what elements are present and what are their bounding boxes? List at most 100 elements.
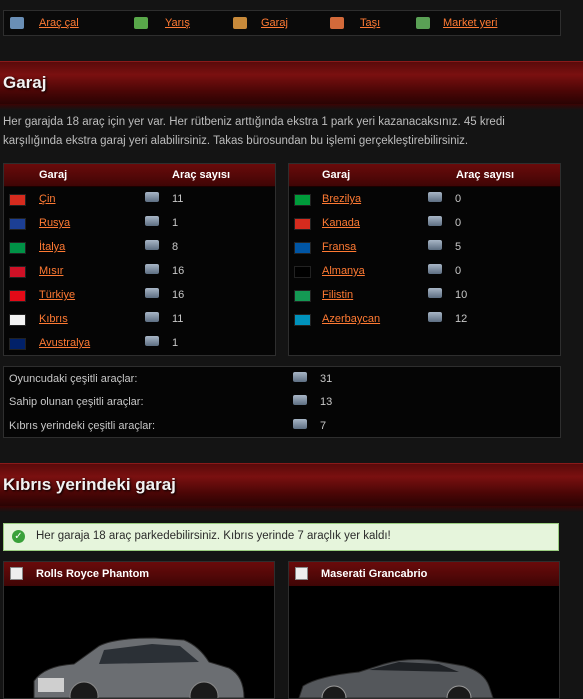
header-shadow-band [0, 104, 583, 110]
car-icon [145, 288, 159, 298]
garage-row: Azerbaycan 12 [289, 307, 560, 331]
section-title: Kıbrıs yerindeki garaj [3, 475, 176, 494]
nav-label[interactable]: Taşı [360, 17, 380, 29]
garage-row: Mısır 16 [4, 259, 275, 283]
country-flag-icon [9, 266, 26, 278]
vehicle-count: 0 [455, 193, 462, 205]
vehicle-count: 8 [172, 241, 179, 253]
car-image [298, 659, 494, 698]
garage-row: Filistin 10 [289, 283, 560, 307]
local-garage-section-header: Kıbrıs yerindeki garaj [0, 463, 583, 512]
car-icon [293, 372, 307, 382]
garage-box-icon [233, 17, 247, 29]
check-circle-icon: ✓ [12, 530, 25, 543]
stat-label: Oyuncudaki çeşitli araçlar: [9, 373, 138, 385]
country-flag-icon [9, 338, 26, 350]
car-icon [428, 288, 442, 298]
country-flag-icon [9, 290, 26, 302]
nav-item-garage[interactable]: Garaj [233, 17, 288, 29]
car-icon [145, 264, 159, 274]
section-title: Garaj [3, 73, 47, 92]
vehicle-stats: Oyuncudaki çeşitli araçlar: 31 Sahip olu… [3, 366, 561, 438]
nav-label[interactable]: Araç çal [39, 17, 79, 29]
garage-row: Türkiye 16 [4, 283, 275, 307]
vehicle-count: 5 [455, 241, 462, 253]
stat-value: 7 [320, 420, 327, 432]
nav-label[interactable]: Yarış [165, 17, 190, 29]
garage-row: Almanya 0 [289, 259, 560, 283]
header-count: Araç sayısı [172, 169, 231, 181]
nav-label[interactable]: Garaj [261, 17, 288, 29]
truck-icon [330, 17, 344, 29]
garage-table-left: Garaj Araç sayısı Çin 11 Rusya 1 İtalya 8 Mısı… [3, 163, 276, 356]
garage-section-header: Garaj [0, 61, 583, 110]
garage-row: Rusya 1 [4, 211, 275, 235]
nav-item-market[interactable]: Market yeri [416, 17, 497, 29]
garage-row: İtalya 8 [4, 235, 275, 259]
select-car-checkbox[interactable] [10, 567, 23, 580]
car-icon [428, 192, 442, 202]
garage-country-link[interactable]: Brezilya [322, 193, 361, 205]
garage-country-link[interactable]: Almanya [322, 265, 365, 277]
nav-item-transport[interactable]: Taşı [330, 17, 380, 29]
garage-country-link[interactable]: Fransa [322, 241, 356, 253]
car-icon [145, 336, 159, 346]
garage-country-link[interactable]: Kanada [322, 217, 360, 229]
header-garage: Garaj [322, 169, 351, 181]
garage-country-link[interactable]: Rusya [39, 217, 70, 229]
stat-value: 13 [320, 396, 333, 408]
garage-country-link[interactable]: İtalya [39, 241, 65, 253]
country-flag-icon [294, 290, 311, 302]
garage-row: Kıbrıs 11 [4, 307, 275, 331]
garage-row: Fransa 5 [289, 235, 560, 259]
car-steal-icon [10, 17, 24, 29]
table-header: Garaj Araç sayısı [4, 164, 275, 187]
country-flag-icon [9, 242, 26, 254]
vehicle-count: 16 [172, 265, 185, 277]
stat-label: Kıbrıs yerindeki çeşitli araçlar: [9, 420, 156, 432]
garage-row: Brezilya 0 [289, 187, 560, 211]
vehicle-count: 10 [455, 289, 468, 301]
garage-row: Kanada 0 [289, 211, 560, 235]
stat-value: 31 [320, 373, 333, 385]
country-flag-icon [294, 314, 311, 326]
garage-rows: Brezilya 0 Kanada 0 Fransa 5 Almanya 0 Filistin 1… [289, 187, 560, 331]
header-count: Araç sayısı [456, 169, 515, 181]
garage-country-link[interactable]: Filistin [322, 289, 353, 301]
nav-item-steal-car[interactable]: Araç çal [10, 17, 79, 29]
garage-country-link[interactable]: Mısır [39, 265, 63, 277]
car-card: Rolls Royce Phantom [3, 561, 275, 699]
garage-country-link[interactable]: Kıbrıs [39, 313, 68, 325]
garage-country-link[interactable]: Çin [39, 193, 56, 205]
car-icon [293, 395, 307, 405]
garage-country-link[interactable]: Azerbaycan [322, 313, 380, 325]
table-header: Garaj Araç sayısı [289, 164, 560, 187]
race-arrows-icon [134, 17, 148, 29]
vehicle-count: 0 [455, 265, 462, 277]
vehicle-count: 1 [172, 217, 179, 229]
select-car-checkbox[interactable] [295, 567, 308, 580]
garage-country-link[interactable]: Türkiye [39, 289, 75, 301]
car-name: Rolls Royce Phantom [36, 568, 150, 580]
car-image [33, 637, 245, 698]
car-card: Maserati Grancabrio [288, 561, 560, 699]
car-icon [293, 419, 307, 429]
garage-country-link[interactable]: Avustralya [39, 337, 90, 349]
car-icon [428, 216, 442, 226]
money-icon [416, 17, 430, 29]
stat-row: Kıbrıs yerindeki çeşitli araçlar: 7 [4, 414, 560, 438]
nav-label[interactable]: Market yeri [443, 17, 497, 29]
vehicle-count: 1 [172, 337, 179, 349]
stat-label: Sahip olunan çeşitli araçlar: [9, 396, 144, 408]
car-card-header: Maserati Grancabrio [289, 562, 559, 586]
garage-table-right: Garaj Araç sayısı Brezilya 0 Kanada 0 Fransa… [288, 163, 561, 356]
car-name: Maserati Grancabrio [321, 568, 428, 580]
nav-item-race[interactable]: Yarış [134, 17, 190, 29]
car-icon [145, 192, 159, 202]
car-card-header: Rolls Royce Phantom [4, 562, 274, 586]
vehicle-count: 16 [172, 289, 185, 301]
vehicle-count: 0 [455, 217, 462, 229]
garage-rows: Çin 11 Rusya 1 İtalya 8 Mısır 16 Türkiye 16 Kıbrıs… [4, 187, 275, 355]
vehicle-count: 12 [455, 313, 468, 325]
country-flag-icon [9, 194, 26, 206]
